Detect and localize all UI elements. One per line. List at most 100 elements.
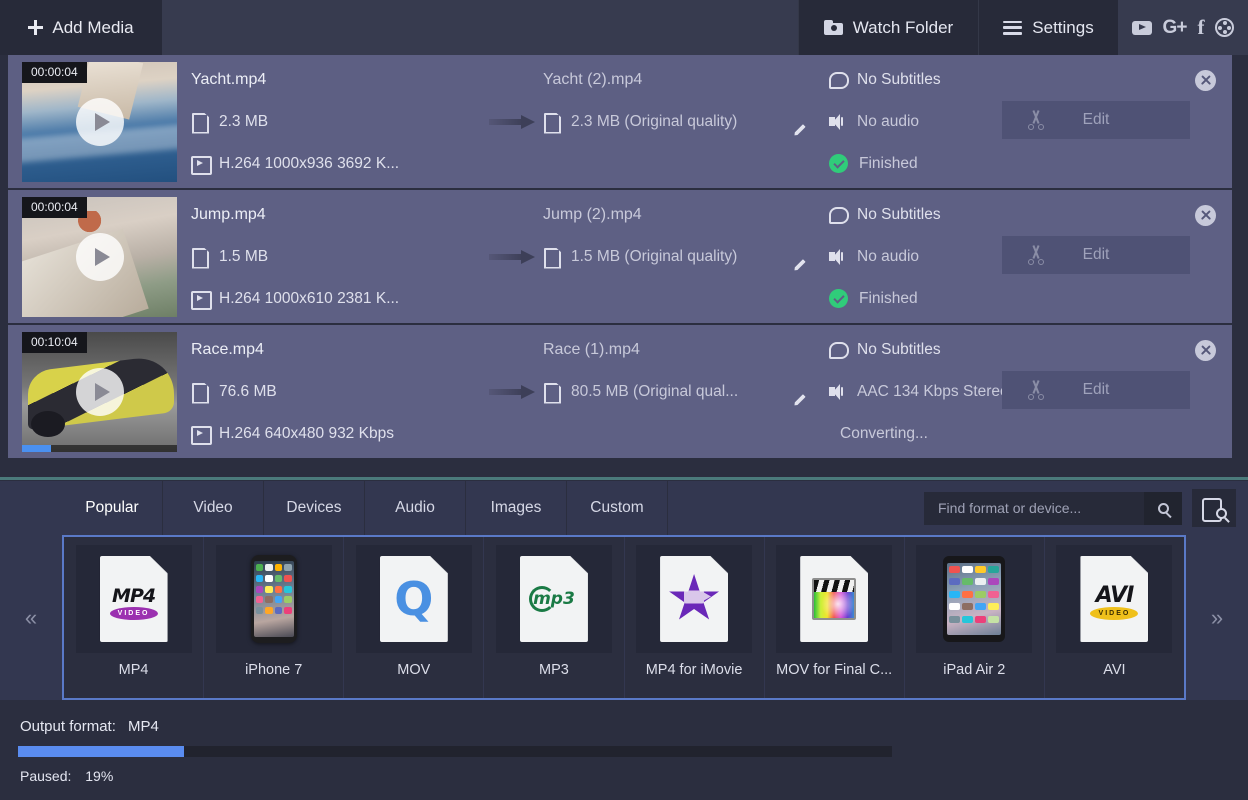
format-item[interactable]: MOV for Final C... xyxy=(765,537,905,698)
youtube-icon[interactable] xyxy=(1131,20,1152,35)
target-size-row: 1.5 MB (Original quality) xyxy=(543,236,793,278)
pencil-edit-icon[interactable] xyxy=(793,391,810,408)
target-filename: Jump (2).mp4 xyxy=(543,205,642,223)
carousel-next-button[interactable]: » xyxy=(1186,535,1248,700)
pencil-edit-icon[interactable] xyxy=(793,256,810,273)
subtitles-value: No Subtitles xyxy=(857,70,941,88)
format-item[interactable]: MP4 for iMovie xyxy=(625,537,765,698)
source-size: 1.5 MB xyxy=(219,247,269,265)
carousel-prev-button[interactable]: « xyxy=(0,535,62,700)
add-media-button[interactable]: Add Media xyxy=(0,0,162,55)
watch-folder-label: Watch Folder xyxy=(852,17,954,37)
format-icon-tile: AVI VIDEO xyxy=(1056,545,1173,653)
format-label: iPad Air 2 xyxy=(943,662,1006,678)
source-column: Race.mp4 76.6 MB H.264 640x480 932 Kbps xyxy=(191,329,481,455)
format-label: MP4 xyxy=(118,662,149,678)
tab-label: Devices xyxy=(286,499,342,516)
format-item[interactable]: MP4 VIDEO MP4 xyxy=(64,537,205,698)
format-item[interactable]: iPhone 7 xyxy=(204,537,345,698)
audio-icon xyxy=(829,383,846,401)
file-icon xyxy=(543,113,560,131)
tab-popular[interactable]: Popular xyxy=(62,481,163,535)
overall-progress-fill xyxy=(18,746,185,757)
play-preview-button[interactable] xyxy=(75,367,124,416)
check-circle-icon xyxy=(829,289,848,308)
device-search-button[interactable] xyxy=(1192,489,1236,527)
tab-label: Video xyxy=(193,499,233,516)
subtitles-row: No Subtitles xyxy=(829,59,1064,101)
remove-file-button[interactable] xyxy=(1195,340,1216,361)
pencil-edit-icon[interactable] xyxy=(793,121,810,138)
file-row[interactable]: 00:10:04 Race.mp4 76.6 MB H.264 640x480 … xyxy=(8,325,1232,458)
video-icon xyxy=(191,425,212,445)
file-row[interactable]: 00:00:04 Yacht.mp4 2.3 MB H.264 1000x936… xyxy=(8,55,1232,188)
format-carousel: « MP4 VIDEO MP4 iPhone 7Q MOV mp3 MP3 MP4 … xyxy=(0,535,1248,700)
conversion-status-value: 19% xyxy=(85,768,114,784)
tab-video[interactable]: Video xyxy=(163,481,264,535)
rename-column xyxy=(793,105,829,138)
output-format: Output format: MP4 xyxy=(20,718,159,735)
source-codec: H.264 1000x610 2381 K... xyxy=(219,289,400,307)
subtitles-icon xyxy=(829,341,849,359)
tab-audio[interactable]: Audio xyxy=(365,481,466,535)
thumbnail[interactable]: 00:00:04 xyxy=(16,61,181,182)
thumbnail[interactable]: 00:10:04 xyxy=(16,331,181,452)
file-row[interactable]: 00:00:04 Jump.mp4 1.5 MB H.264 1000x610 … xyxy=(8,190,1232,323)
watch-folder-button[interactable]: Watch Folder xyxy=(798,0,978,55)
target-spacer xyxy=(543,143,793,185)
overall-progress-bar xyxy=(18,746,892,757)
tab-custom[interactable]: Custom xyxy=(567,481,668,535)
play-preview-button[interactable] xyxy=(75,97,124,146)
remove-file-button[interactable] xyxy=(1195,70,1216,91)
settings-button[interactable]: Settings xyxy=(978,0,1118,55)
format-icon-tile xyxy=(776,545,893,653)
format-tabs: Popular Video Devices Audio Images Custom xyxy=(62,481,668,535)
subtitles-row: No Subtitles xyxy=(829,194,1064,236)
thumbnail[interactable]: 00:00:04 xyxy=(16,196,181,317)
format-search-zone xyxy=(924,481,1248,535)
edit-button[interactable]: Edit xyxy=(1002,101,1190,139)
rename-column xyxy=(793,375,829,408)
format-icon-tile: MP4 VIDEO xyxy=(75,545,192,653)
edit-button[interactable]: Edit xyxy=(1002,236,1190,274)
carousel-prev-label: « xyxy=(24,604,38,630)
source-size-row: 76.6 MB xyxy=(191,371,481,413)
edit-label: Edit xyxy=(1082,381,1110,398)
search-button[interactable] xyxy=(1144,491,1182,525)
format-icon-tile: Q xyxy=(355,545,472,653)
subtitles-icon xyxy=(829,206,849,224)
audio-icon xyxy=(829,113,846,131)
action-column: Edit xyxy=(1002,55,1232,188)
source-filename: Jump.mp4 xyxy=(191,205,266,223)
source-column: Jump.mp4 1.5 MB H.264 1000x610 2381 K... xyxy=(191,194,481,320)
subtitles-icon xyxy=(829,71,849,89)
tab-devices[interactable]: Devices xyxy=(264,481,365,535)
target-column: Race (1).mp4 80.5 MB (Original qual... xyxy=(543,329,793,455)
file-icon xyxy=(543,248,560,266)
format-item[interactable]: mp3 MP3 xyxy=(484,537,625,698)
source-filename: Yacht.mp4 xyxy=(191,70,267,88)
search-box[interactable] xyxy=(924,491,1144,525)
social-links: G+ f xyxy=(1118,0,1248,55)
ipad-device-icon xyxy=(943,556,1006,642)
tab-label: Images xyxy=(490,499,542,516)
quicktime-file-icon: Q xyxy=(379,556,448,642)
format-icon-tile xyxy=(916,545,1033,653)
source-filename: Race.mp4 xyxy=(191,340,264,358)
play-preview-button[interactable] xyxy=(75,232,124,281)
add-media-label: Add Media xyxy=(52,17,134,37)
convert-arrow xyxy=(481,249,543,264)
tab-images[interactable]: Images xyxy=(466,481,567,535)
edit-button[interactable]: Edit xyxy=(1002,371,1190,409)
format-item[interactable]: Q MOV xyxy=(344,537,485,698)
format-item[interactable]: AVI VIDEO AVI xyxy=(1045,537,1184,698)
remove-file-button[interactable] xyxy=(1195,205,1216,226)
facebook-icon[interactable]: f xyxy=(1197,15,1204,40)
search-icon xyxy=(1157,502,1169,514)
convert-arrow xyxy=(481,114,543,129)
format-item[interactable]: iPad Air 2 xyxy=(905,537,1045,698)
duration-badge: 00:10:04 xyxy=(22,331,87,353)
search-input[interactable] xyxy=(938,500,1130,516)
google-plus-icon[interactable]: G+ xyxy=(1163,17,1188,39)
film-icon[interactable] xyxy=(1215,18,1235,37)
